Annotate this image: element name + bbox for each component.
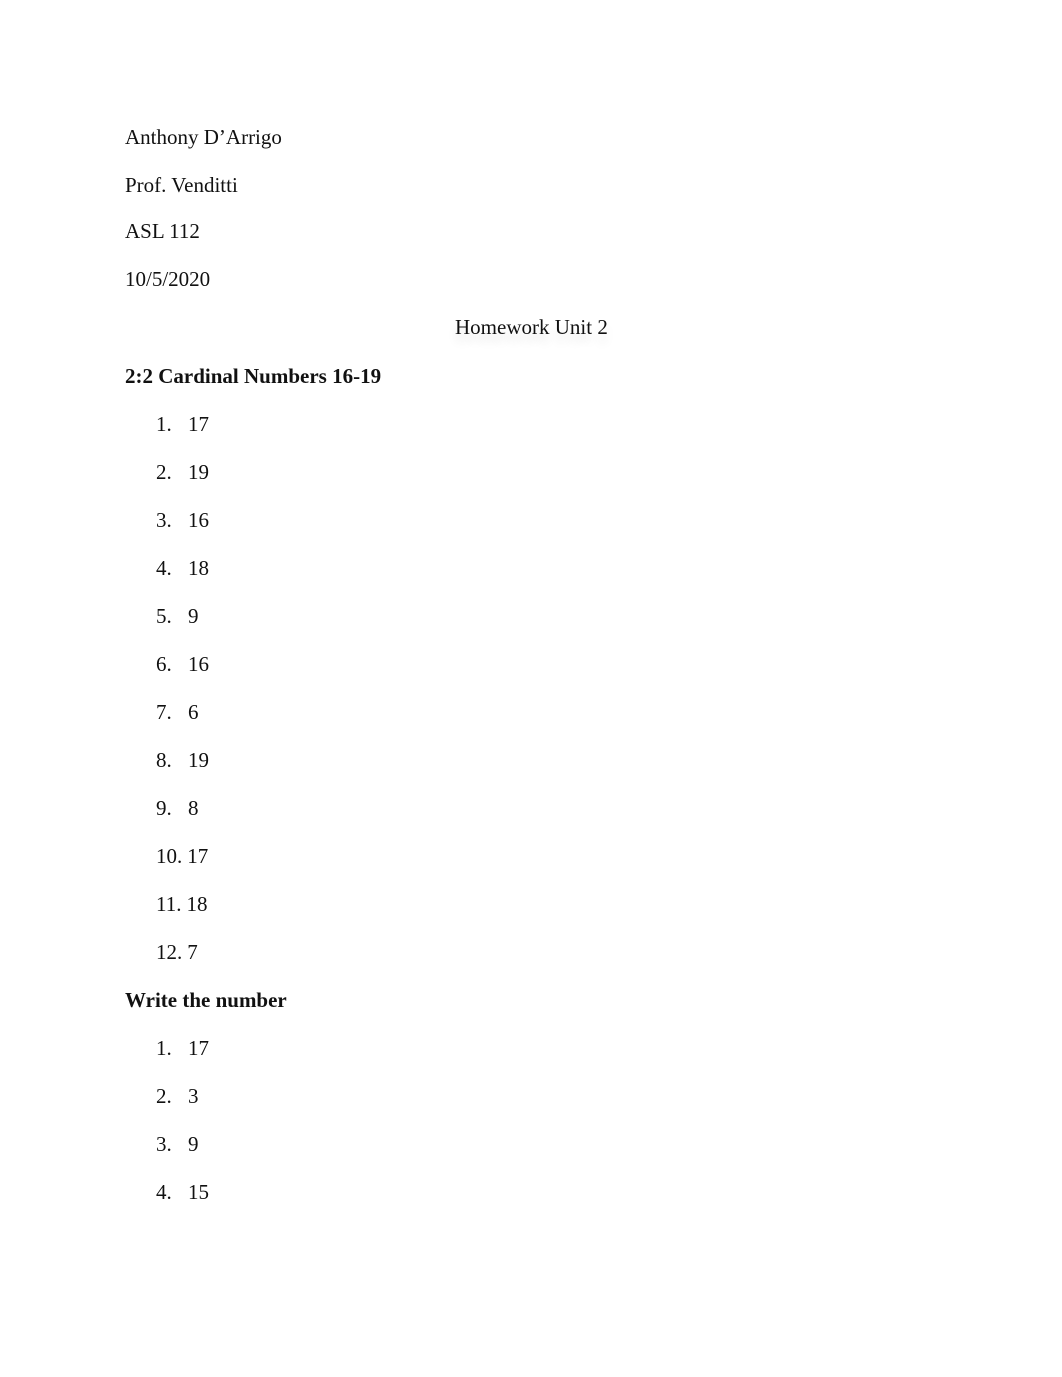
list-item-number: 1. [156,412,172,436]
document-date: 10/5/2020 [125,267,211,291]
list-item-number: 7. [156,700,172,724]
list-item: 4. 18 [156,558,209,579]
list-item-answer: 17 [188,1036,209,1060]
list-item: 10. 17 [156,846,208,867]
list-item-answer: 8 [188,796,199,820]
list-item-number: 2. [156,1084,172,1108]
list-item: 12. 7 [156,942,198,963]
list-item-answer: 16 [188,508,209,532]
list-item-answer: 16 [188,652,209,676]
section-heading-cardinal-numbers: 2:2 Cardinal Numbers 16-19 [125,364,382,388]
list-item: 4. 15 [156,1182,209,1203]
list-item: 3. 9 [156,1134,199,1155]
list-item-number: 11. [156,892,182,916]
list-item-answer: 7 [187,940,198,964]
list-item-answer: 18 [188,556,209,580]
list-item: 1. 17 [156,1038,209,1059]
course-name: ASL 112 [125,219,200,243]
list-item: 8. 19 [156,750,209,771]
author-name: Anthony D’Arrigo [125,125,282,149]
professor-name: Prof. Venditti [125,173,238,197]
list-item-number: 2. [156,460,172,484]
list-item-answer: 6 [188,700,199,724]
list-item: 11. 18 [156,894,207,915]
list-item-answer: 18 [186,892,208,916]
list-item-number: 3. [156,1132,172,1156]
list-item-number: 4. [156,1180,172,1204]
list-item-number: 12. [156,940,183,964]
list-item-number: 10. [156,844,183,868]
list-item-number: 6. [156,652,172,676]
list-item-number: 3. [156,508,172,532]
list-item-answer: 9 [188,1132,199,1156]
list-item-answer: 3 [188,1084,199,1108]
list-item-answer: 15 [188,1180,209,1204]
section-heading-write-number: Write the number [125,988,287,1012]
list-item-answer: 19 [188,748,209,772]
list-item: 6. 16 [156,654,209,675]
list-item-number: 4. [156,556,172,580]
document-title: Homework Unit 2 [455,315,608,339]
list-item-number: 9. [156,796,172,820]
list-item: 9. 8 [156,798,199,819]
list-item: 7. 6 [156,702,199,723]
list-item: 5. 9 [156,606,199,627]
list-item-number: 8. [156,748,172,772]
list-item-number: 5. [156,604,172,628]
list-item-answer: 17 [187,844,209,868]
list-item-answer: 19 [188,460,209,484]
list-item: 3. 16 [156,510,209,531]
list-item: 1. 17 [156,414,209,435]
list-item: 2. 19 [156,462,209,483]
list-item-number: 1. [156,1036,172,1060]
list-item-answer: 17 [188,412,209,436]
list-item-answer: 9 [188,604,199,628]
list-item: 2. 3 [156,1086,199,1107]
